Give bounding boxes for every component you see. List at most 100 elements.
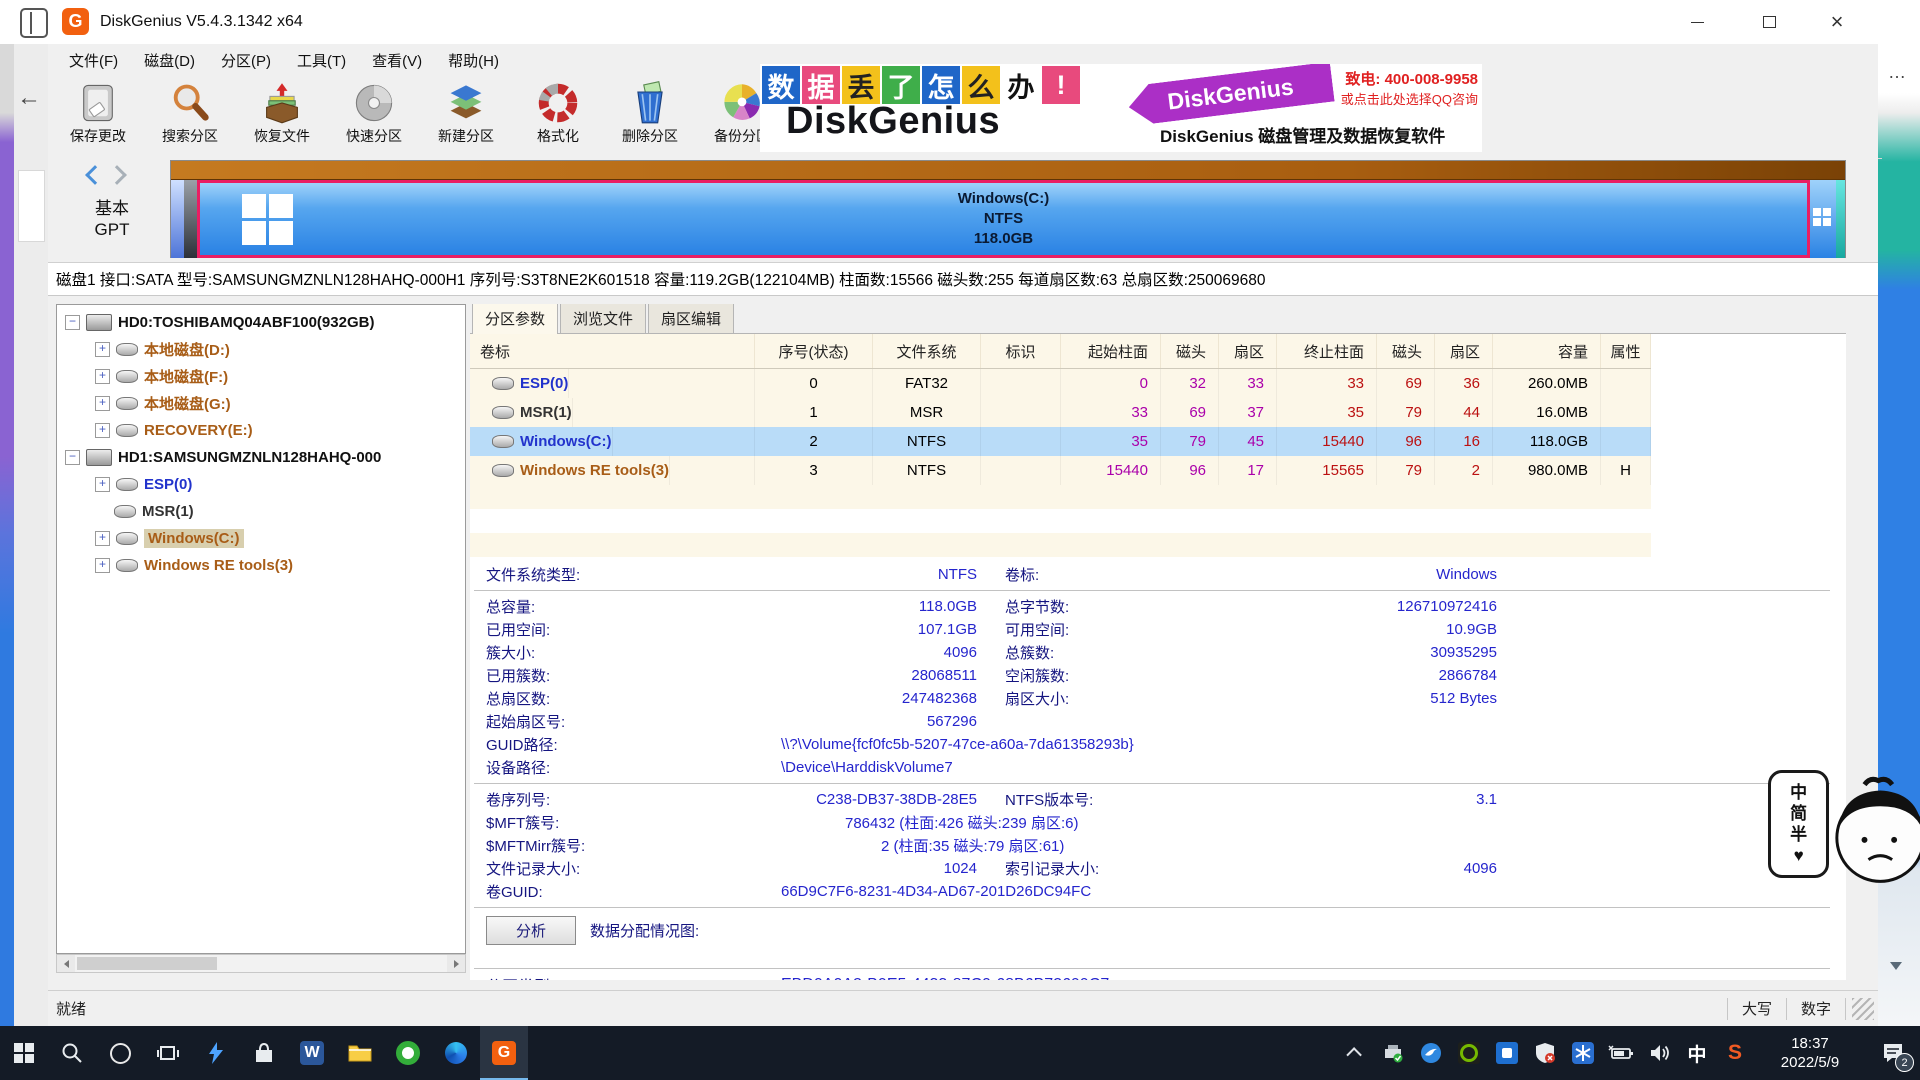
menu-view[interactable]: 查看(V) <box>359 44 435 76</box>
partition-sliver-msr[interactable] <box>184 180 197 258</box>
col-volume-label[interactable]: 卷标 <box>470 334 755 368</box>
minimize-button[interactable] <box>1672 0 1722 44</box>
tray-sogou[interactable]: S <box>1716 1026 1754 1080</box>
menu-file[interactable]: 文件(F) <box>56 44 131 76</box>
tab-partition-params[interactable]: 分区参数 <box>472 304 558 334</box>
toolbar-label: 新建分区 <box>438 126 494 146</box>
app-diskgenius-active[interactable]: G <box>480 1026 528 1080</box>
table-row-windows-re[interactable]: Windows RE tools(3) 3 NTFS 15440 96 17 1… <box>470 456 1651 485</box>
tree-item-local-g[interactable]: + 本地磁盘(G:) <box>57 390 465 417</box>
table-row-windows-c-selected[interactable]: Windows(C:) 2 NTFS 35 79 45 15440 96 16 … <box>470 427 1651 456</box>
tray-ime-language[interactable]: 中 <box>1678 1026 1716 1080</box>
taskbar-clock[interactable]: 18:37 2022/5/9 <box>1754 1026 1866 1080</box>
search-partition-button[interactable]: 搜索分区 <box>144 76 236 158</box>
start-button[interactable] <box>0 1026 48 1080</box>
format-button[interactable]: 格式化 <box>512 76 604 158</box>
tree-item-local-f[interactable]: + 本地磁盘(F:) <box>57 363 465 390</box>
app-word[interactable]: W <box>288 1026 336 1080</box>
quick-partition-button[interactable]: 快速分区 <box>328 76 420 158</box>
col-end-sector[interactable]: 扇区 <box>1435 334 1493 368</box>
partition-sliver-end[interactable] <box>1836 180 1845 258</box>
col-tag[interactable]: 标识 <box>981 334 1061 368</box>
col-start-sector[interactable]: 扇区 <box>1219 334 1277 368</box>
table-row-msr[interactable]: MSR(1) 1 MSR 33 69 37 35 79 44 16.0MB <box>470 398 1651 427</box>
table-row-esp[interactable]: ESP(0) 0 FAT32 0 32 33 33 69 36 260.0MB <box>470 369 1651 398</box>
tray-snowflake[interactable] <box>1564 1026 1602 1080</box>
expand-icon[interactable]: + <box>95 423 110 438</box>
tree-item-windows-re[interactable]: + Windows RE tools(3) <box>57 552 465 579</box>
menu-help[interactable]: 帮助(H) <box>435 44 512 76</box>
expand-icon[interactable]: + <box>95 558 110 573</box>
next-disk-icon[interactable] <box>107 165 127 185</box>
tree-item-esp[interactable]: + ESP(0) <box>57 471 465 498</box>
tree-item-msr[interactable]: MSR(1) <box>57 498 465 525</box>
ad-qq-link[interactable]: 或点击此处选择QQ咨询 <box>1341 89 1478 108</box>
expand-icon[interactable]: + <box>95 369 110 384</box>
app-lightning[interactable] <box>192 1026 240 1080</box>
prev-disk-icon[interactable] <box>85 165 105 185</box>
tray-nvidia[interactable] <box>1450 1026 1488 1080</box>
new-partition-button[interactable]: 新建分区 <box>420 76 512 158</box>
menu-partition[interactable]: 分区(P) <box>208 44 284 76</box>
ad-banner[interactable]: 数 据 丢 了 怎 么 办 ! DiskGenius DiskGenius 致电… <box>760 64 1482 152</box>
partition-windows-c-selected[interactable]: Windows(C:) NTFS 118.0GB <box>197 180 1810 258</box>
col-end-head[interactable]: 磁头 <box>1377 334 1435 368</box>
tray-security-shield[interactable] <box>1526 1026 1564 1080</box>
partition-icon <box>492 435 514 448</box>
recover-files-button[interactable]: 恢复文件 <box>236 76 328 158</box>
tray-volume[interactable] <box>1640 1026 1678 1080</box>
collapse-icon[interactable]: − <box>65 450 80 465</box>
col-attr[interactable]: 属性 <box>1601 334 1651 368</box>
snowflake-icon <box>1572 1042 1594 1064</box>
col-start-cylinder[interactable]: 起始柱面 <box>1061 334 1161 368</box>
tray-battery[interactable] <box>1602 1026 1640 1080</box>
expand-icon[interactable]: + <box>95 531 110 546</box>
title-bar[interactable]: G DiskGenius V5.4.3.1342 x64 × <box>0 0 1920 45</box>
col-filesystem[interactable]: 文件系统 <box>873 334 981 368</box>
resize-grip[interactable] <box>1852 998 1874 1020</box>
tab-browse-files[interactable]: 浏览文件 <box>560 304 646 333</box>
tree-item-hd0[interactable]: − HD0:TOSHIBAMQ04ABF100(932GB) <box>57 309 465 336</box>
partition-sliver-re-tools[interactable] <box>1810 180 1836 258</box>
col-end-cylinder[interactable]: 终止柱面 <box>1277 334 1377 368</box>
app-edge[interactable] <box>432 1026 480 1080</box>
scrollbar-thumb[interactable] <box>77 957 217 970</box>
tab-sector-editor[interactable]: 扇区编辑 <box>648 304 734 333</box>
maximize-button[interactable] <box>1744 0 1794 44</box>
expand-icon[interactable]: + <box>95 477 110 492</box>
taskbar-search-button[interactable] <box>48 1026 96 1080</box>
tree-item-recovery-e[interactable]: + RECOVERY(E:) <box>57 417 465 444</box>
app-file-explorer[interactable] <box>336 1026 384 1080</box>
delete-partition-button[interactable]: 删除分区 <box>604 76 696 158</box>
tree-item-hd1[interactable]: − HD1:SAMSUNGMZNLN128HAHQ-000 <box>57 444 465 471</box>
ime-state-box[interactable]: 中 简 半 ♥ <box>1768 770 1829 878</box>
save-changes-button[interactable]: 保存更改 <box>52 76 144 158</box>
menu-disk[interactable]: 磁盘(D) <box>131 44 208 76</box>
col-start-head[interactable]: 磁头 <box>1161 334 1219 368</box>
tray-printer[interactable] <box>1374 1026 1412 1080</box>
app-browser-green[interactable] <box>384 1026 432 1080</box>
col-capacity[interactable]: 容量 <box>1493 334 1601 368</box>
tree-item-local-d[interactable]: + 本地磁盘(D:) <box>57 336 465 363</box>
scroll-left-button[interactable] <box>57 955 75 972</box>
task-view-button[interactable] <box>144 1026 192 1080</box>
collapse-icon[interactable]: − <box>65 315 80 330</box>
menu-tools[interactable]: 工具(T) <box>284 44 359 76</box>
hdd-icon <box>86 314 112 331</box>
tree-horizontal-scrollbar[interactable] <box>56 954 466 973</box>
analyze-button[interactable]: 分析 <box>486 916 576 945</box>
tray-expand-button[interactable] <box>1336 1026 1374 1080</box>
expand-icon[interactable]: + <box>95 396 110 411</box>
close-button[interactable]: × <box>1812 0 1862 44</box>
cortana-button[interactable] <box>96 1026 144 1080</box>
expand-icon[interactable]: + <box>95 342 110 357</box>
app-store[interactable] <box>240 1026 288 1080</box>
scroll-right-button[interactable] <box>447 955 465 972</box>
tray-intel[interactable] <box>1488 1026 1526 1080</box>
partition-sliver-esp[interactable] <box>171 180 184 258</box>
tree-item-windows-c[interactable]: + Windows(C:) <box>57 525 465 552</box>
ime-floating-widget[interactable]: 中 简 半 ♥ <box>1768 770 1920 886</box>
col-index-status[interactable]: 序号(状态) <box>755 334 873 368</box>
action-center-button[interactable]: 2 <box>1866 1026 1920 1080</box>
tray-bird-app[interactable] <box>1412 1026 1450 1080</box>
